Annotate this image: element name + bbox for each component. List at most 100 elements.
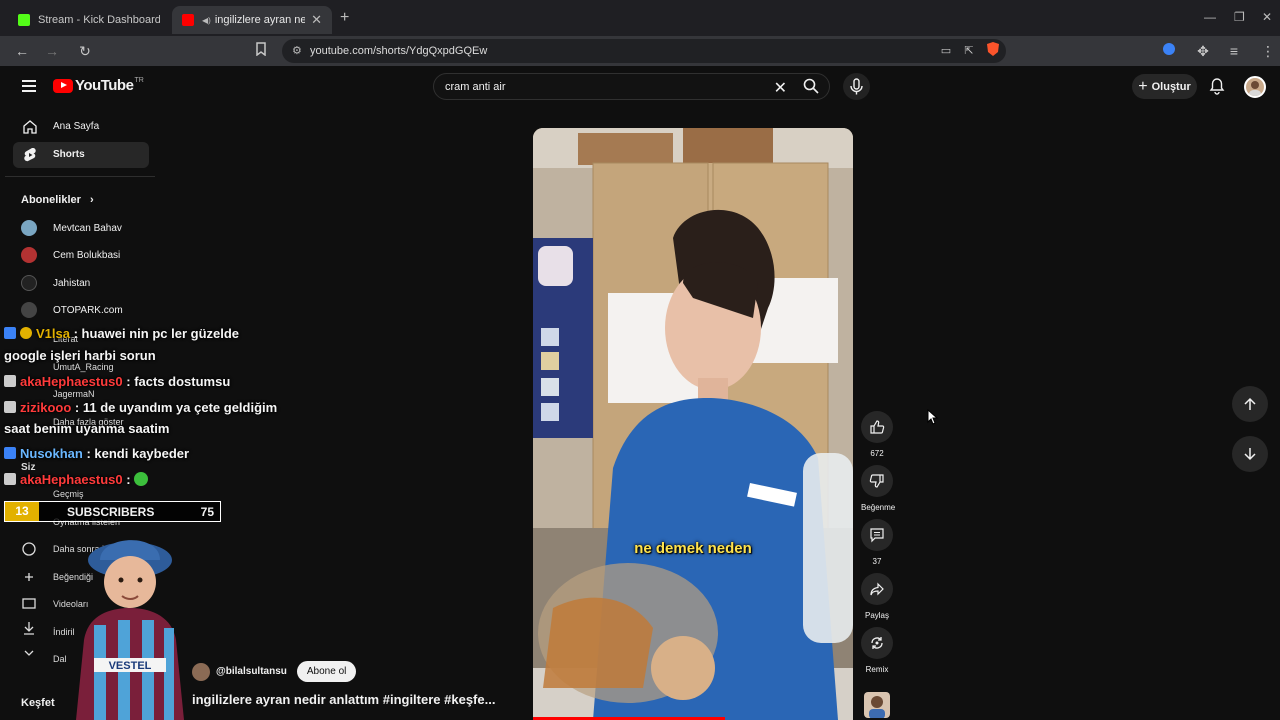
- chat-badge-icon: [4, 375, 16, 387]
- brave-shield-icon[interactable]: [983, 41, 1003, 61]
- remix-button[interactable]: Remix: [861, 627, 893, 674]
- channel-name: Jahistan: [53, 277, 91, 289]
- forward-icon[interactable]: →: [42, 41, 62, 61]
- video-frame: [533, 128, 853, 720]
- previous-short-button[interactable]: [1232, 386, 1268, 422]
- chevron-right-icon: ›: [89, 194, 94, 206]
- new-tab-icon[interactable]: +: [340, 9, 349, 27]
- sidebar-ghost-item[interactable]: JagermaN: [53, 389, 95, 399]
- chat-badge-icon: [4, 327, 16, 339]
- notifications-bell-icon[interactable]: [1208, 77, 1226, 100]
- chat-username: zizikooo: [20, 400, 72, 415]
- chat-text: : huawei nin pc ler güzelde: [73, 326, 240, 341]
- sidebar-item-shorts[interactable]: Shorts: [13, 142, 149, 168]
- video-title[interactable]: ingilizlere ayran nedir anlattım #ingilt…: [192, 692, 495, 707]
- hamburger-menu-icon[interactable]: [22, 80, 36, 95]
- chat-message: zizikooo : 11 de uyandım ya çete geldiği…: [4, 400, 277, 415]
- voice-search-button[interactable]: [843, 73, 870, 100]
- search-icon[interactable]: [803, 78, 819, 97]
- dislike-icon: [861, 465, 893, 497]
- video-caption: ne demek neden: [634, 540, 752, 557]
- chat-text: google işleri harbi sorun: [4, 348, 156, 363]
- subscription-item[interactable]: OTOPARK.com: [21, 300, 123, 320]
- menu-icon[interactable]: ⋮: [1258, 41, 1278, 61]
- extension-icon[interactable]: [1159, 41, 1179, 61]
- arrow-up-icon: [1244, 397, 1256, 410]
- kick-icon: [18, 14, 30, 26]
- tab-youtube-shorts[interactable]: ◀) ingilizlere ayran nedir anlatt ✕: [172, 6, 332, 34]
- chat-message: akaHephaestus0 :: [4, 472, 149, 487]
- extensions-puzzle-icon[interactable]: ✥: [1193, 41, 1213, 61]
- url-text: youtube.com/shorts/YdgQxpdGQEw: [310, 45, 488, 57]
- sidebar-item-label: Shorts: [53, 149, 85, 160]
- sidebar-ghost-item[interactable]: Geçmiş: [53, 489, 84, 499]
- share-label: Paylaş: [864, 611, 889, 620]
- channel-name: OTOPARK.com: [53, 304, 123, 316]
- emote-icon: [134, 472, 149, 486]
- subscribe-button[interactable]: Abone ol: [296, 661, 357, 682]
- chat-badge-icon: [4, 401, 16, 413]
- streamer-character-sticker: VESTEL: [76, 540, 184, 720]
- next-short-button[interactable]: [1232, 436, 1268, 472]
- channel-info: @bilalsultansu Abone ol: [192, 661, 357, 682]
- subscriber-count: 13: [5, 502, 39, 521]
- sidebar-item-home[interactable]: Ana Sayfa: [13, 114, 149, 140]
- like-count: 672: [870, 449, 884, 458]
- dislike-button[interactable]: Beğenme: [861, 465, 895, 512]
- tab-kick-dashboard[interactable]: Stream - Kick Dashboard: [8, 6, 170, 34]
- back-icon[interactable]: ←: [12, 41, 32, 61]
- subscriber-label: SUBSCRIBERS: [67, 505, 155, 519]
- shorts-video-player[interactable]: ne demek neden: [533, 128, 853, 720]
- subscription-item[interactable]: Jahistan: [21, 273, 90, 293]
- clear-search-icon[interactable]: ✕: [774, 78, 787, 98]
- bookmark-icon[interactable]: [251, 41, 271, 61]
- search-box[interactable]: cram anti air ✕: [433, 73, 830, 100]
- chat-badge-icon: [4, 447, 16, 459]
- share-icon: [861, 573, 893, 605]
- search-input[interactable]: cram anti air: [445, 81, 506, 93]
- country-code: TR: [134, 77, 144, 84]
- reload-icon[interactable]: ↻: [75, 41, 95, 61]
- sidebar-ghost-item[interactable]: UmutA_Racing: [53, 362, 114, 372]
- youtube-play-icon: [53, 78, 73, 93]
- browser-toolbar: ← → ↻ ⚙ youtube.com/shorts/YdgQxpdGQEw ▭…: [0, 36, 1280, 66]
- media-controls-icon[interactable]: ≡: [1224, 41, 1244, 61]
- channel-name: Mevtcan Bahav: [53, 222, 122, 234]
- youtube-logo[interactable]: YouTube TR: [53, 77, 144, 94]
- share-button[interactable]: Paylaş: [861, 573, 893, 620]
- minimize-icon[interactable]: —: [1204, 10, 1216, 24]
- chat-message: V1lsa : huawei nin pc ler güzelde: [4, 326, 239, 341]
- plus-icon: +: [1138, 77, 1148, 95]
- channel-avatar: [21, 220, 37, 236]
- share-page-icon[interactable]: ⇱: [959, 41, 979, 61]
- tab-title: ingilizlere ayran nedir anlatt: [214, 14, 306, 26]
- chat-message: Nusokhan : kendi kaybeder: [4, 446, 189, 461]
- chat-text: : kendi kaybeder: [86, 446, 190, 461]
- close-tab-icon[interactable]: ✕: [311, 12, 322, 28]
- account-avatar[interactable]: [1244, 76, 1266, 98]
- channel-name: Cem Bolukbasi: [53, 249, 121, 261]
- arrow-down-icon: [1244, 448, 1256, 461]
- subscription-item[interactable]: Mevtcan Bahav: [21, 218, 122, 238]
- subscription-item[interactable]: Cem Bolukbasi: [21, 245, 120, 265]
- site-info-icon[interactable]: ⚙: [292, 44, 302, 57]
- restore-icon[interactable]: ❐: [1234, 10, 1245, 24]
- remix-icon: [861, 627, 893, 659]
- comments-button[interactable]: 37: [861, 519, 893, 566]
- chat-text: :: [126, 472, 131, 487]
- close-window-icon[interactable]: ✕: [1262, 10, 1272, 24]
- create-button[interactable]: + Oluştur: [1132, 74, 1197, 99]
- subscriptions-heading[interactable]: Abonelikler ›: [21, 194, 94, 206]
- address-bar[interactable]: ⚙ youtube.com/shorts/YdgQxpdGQEw: [282, 39, 1006, 63]
- chat-message-continuation: google işleri harbi sorun: [4, 348, 156, 363]
- chat-text: : 11 de uyandım ya çete geldiğim: [74, 400, 278, 415]
- like-button[interactable]: 672: [861, 411, 893, 458]
- mouse-cursor-icon: [927, 409, 939, 425]
- chat-username: akaHephaestus0: [20, 472, 123, 487]
- sound-thumbnail[interactable]: [864, 692, 890, 718]
- like-icon: [861, 411, 893, 443]
- channel-handle[interactable]: @bilalsultansu: [216, 666, 287, 677]
- channel-avatar: [21, 275, 37, 291]
- cast-icon[interactable]: ▭: [936, 41, 956, 61]
- comment-icon: [861, 519, 893, 551]
